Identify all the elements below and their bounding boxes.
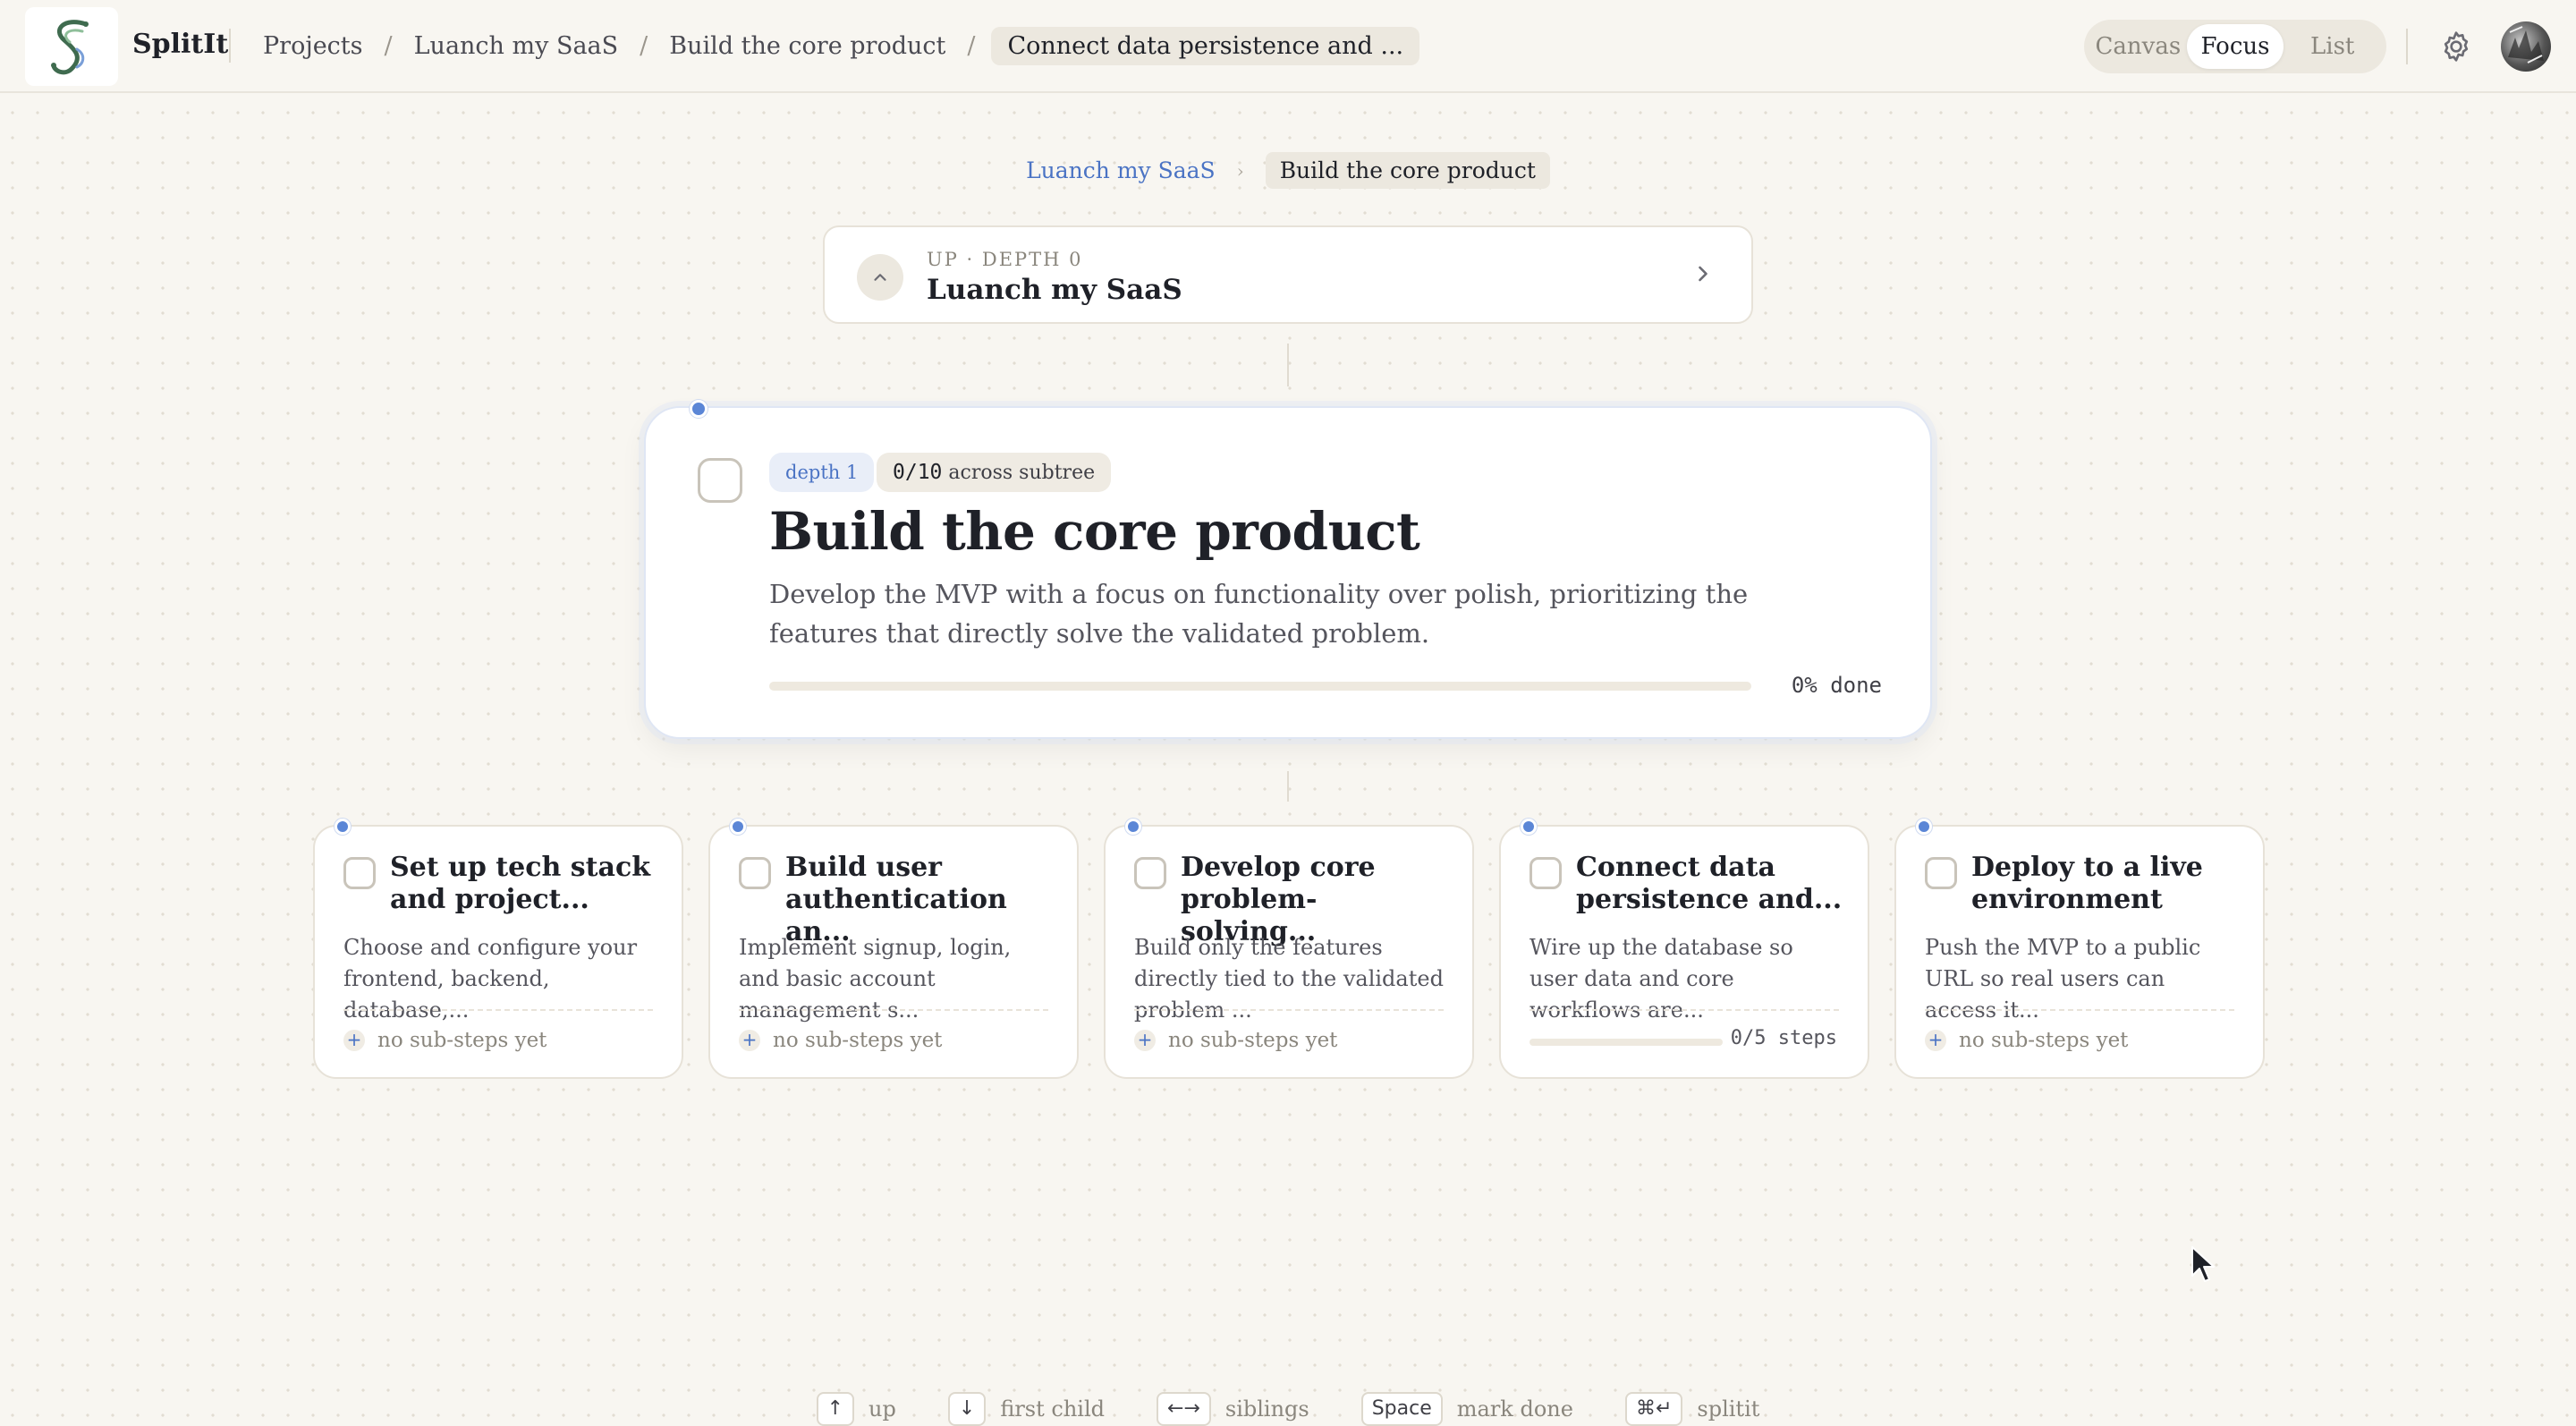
plus-icon: + <box>343 1030 365 1051</box>
parent-node-card[interactable]: UP · DEPTH 0 Luanch my SaaS <box>823 225 1753 324</box>
kbd-left-right: ←→ <box>1157 1392 1211 1426</box>
chevron-right-icon: › <box>1236 159 1244 182</box>
splitit-logo-icon <box>51 20 89 75</box>
kbd-up: ↑ <box>816 1392 855 1426</box>
child-description: Wire up the database so user data and co… <box>1530 935 1793 1023</box>
divider <box>1530 1009 1839 1011</box>
hint-label: first child <box>1000 1396 1105 1422</box>
child-description: Choose and configure your frontend, back… <box>343 935 638 1023</box>
top-bar: SplitIt Projects / Luanch my SaaS / Buil… <box>0 0 2576 93</box>
divider <box>343 1009 653 1011</box>
breadcrumb-separator: / <box>967 32 976 60</box>
parent-depth-label: UP · DEPTH 0 <box>927 249 1083 270</box>
node-anchor-dot <box>730 819 746 835</box>
subtree-count-badge: 0/10 across subtree <box>877 453 1112 492</box>
parent-title: Luanch my SaaS <box>927 274 1182 306</box>
plus-icon: + <box>739 1030 760 1051</box>
child-node-card[interactable]: Set up tech stack and project... Choose … <box>313 819 683 1079</box>
breadcrumb-node[interactable]: Build the core product <box>669 32 945 60</box>
view-toggle: Canvas Focus List <box>2084 20 2386 73</box>
sub-steps-status: no sub-steps yet <box>1959 1029 2129 1052</box>
view-focus-button[interactable]: Focus <box>2186 24 2284 69</box>
divider <box>229 29 231 63</box>
breadcrumb-projects[interactable]: Projects <box>263 32 363 60</box>
keyboard-hints: ↑ up ↓ first child ←→ siblings Space mar… <box>0 1392 2576 1426</box>
app-logo[interactable] <box>25 7 118 86</box>
chevron-right-icon <box>1699 266 1707 282</box>
child-checkbox[interactable] <box>1530 857 1562 889</box>
node-anchor-dot <box>335 819 351 835</box>
breadcrumb-separator: / <box>384 32 393 60</box>
child-title: Set up tech stack and project... <box>390 852 650 915</box>
chevron-up-icon <box>874 274 886 281</box>
mouse-pointer-icon <box>2191 1246 2215 1282</box>
node-anchor-dot <box>690 400 708 418</box>
child-checkbox[interactable] <box>343 857 376 889</box>
focus-breadcrumb: Luanch my SaaS › Build the core product <box>0 152 2576 189</box>
hint-label: splitit <box>1697 1396 1760 1422</box>
kbd-cmd-enter: ⌘↵ <box>1624 1392 1683 1426</box>
node-anchor-dot <box>1916 819 1932 835</box>
focus-crumb-current: Build the core product <box>1265 152 1550 189</box>
sub-steps-count: 0/5 steps <box>1730 1027 1837 1049</box>
subtree-label: across subtree <box>948 462 1096 484</box>
sub-steps-status: no sub-steps yet <box>773 1029 943 1052</box>
view-canvas-button[interactable]: Canvas <box>2089 24 2187 69</box>
tree-connector <box>1287 771 1289 802</box>
brand-name[interactable]: SplitIt <box>132 29 228 60</box>
view-list-button[interactable]: List <box>2284 24 2381 69</box>
breadcrumb-separator: / <box>640 32 648 60</box>
sub-steps-status: no sub-steps yet <box>377 1029 547 1052</box>
child-node-card[interactable]: Connect data persistence and... Wire up … <box>1499 819 1869 1079</box>
child-description: Push the MVP to a public URL so real use… <box>1925 935 2201 1023</box>
kbd-space: Space <box>1360 1392 1443 1426</box>
hint-label: up <box>869 1396 896 1422</box>
settings-gear-icon[interactable] <box>2438 29 2474 64</box>
sub-steps-progress-bar <box>1530 1039 1723 1046</box>
add-sub-step-button[interactable]: + no sub-steps yet <box>739 1029 942 1052</box>
tree-connector <box>1287 344 1289 386</box>
child-node-card[interactable]: Build user authentication an... Implemen… <box>708 819 1079 1079</box>
go-up-button[interactable] <box>857 254 903 301</box>
child-checkbox[interactable] <box>1134 857 1166 889</box>
child-title: Deploy to a live environment <box>1971 852 2203 915</box>
focused-node-card: depth 1 0/10 across subtree Build the co… <box>644 400 1932 739</box>
child-title: Connect data persistence and... <box>1576 852 1843 915</box>
divider <box>2406 29 2408 64</box>
child-description: Implement signup, login, and basic accou… <box>739 935 1012 1023</box>
node-progress-bar <box>769 682 1751 691</box>
plus-icon: + <box>1134 1030 1156 1051</box>
breadcrumb: Projects / Luanch my SaaS / Build the co… <box>263 27 1420 65</box>
node-description[interactable]: Develop the MVP with a focus on function… <box>769 574 1807 653</box>
divider <box>1925 1009 2234 1011</box>
focus-crumb-parent[interactable]: Luanch my SaaS <box>1026 157 1216 183</box>
node-anchor-dot <box>1125 819 1141 835</box>
divider <box>739 1009 1048 1011</box>
divider <box>1134 1009 1444 1011</box>
node-progress-label: 0% done <box>1791 673 1882 698</box>
subtree-count: 0/10 <box>893 461 943 484</box>
node-anchor-dot <box>1521 819 1537 835</box>
sub-steps-status: no sub-steps yet <box>1168 1029 1338 1052</box>
add-sub-step-button[interactable]: + no sub-steps yet <box>1925 1029 2128 1052</box>
avatar-image-icon <box>2508 26 2544 64</box>
child-checkbox[interactable] <box>1925 857 1957 889</box>
mark-done-checkbox[interactable] <box>698 458 742 503</box>
node-title[interactable]: Build the core product <box>769 501 1420 562</box>
user-avatar[interactable] <box>2501 21 2551 72</box>
depth-badge: depth 1 <box>769 453 875 492</box>
child-description: Build only the features directly tied to… <box>1134 935 1444 1023</box>
child-node-card[interactable]: Deploy to a live environment Push the MV… <box>1894 819 2265 1079</box>
plus-icon: + <box>1925 1030 1946 1051</box>
kbd-down: ↓ <box>947 1392 987 1426</box>
child-node-card[interactable]: Develop core problem-solving... Build on… <box>1104 819 1474 1079</box>
add-sub-step-button[interactable]: + no sub-steps yet <box>343 1029 547 1052</box>
hint-label: siblings <box>1224 1396 1309 1422</box>
add-sub-step-button[interactable]: + no sub-steps yet <box>1134 1029 1337 1052</box>
child-checkbox[interactable] <box>739 857 771 889</box>
breadcrumb-project[interactable]: Luanch my SaaS <box>414 32 619 60</box>
breadcrumb-current[interactable]: Connect data persistence and ... <box>991 27 1420 65</box>
hint-label: mark done <box>1456 1396 1573 1422</box>
